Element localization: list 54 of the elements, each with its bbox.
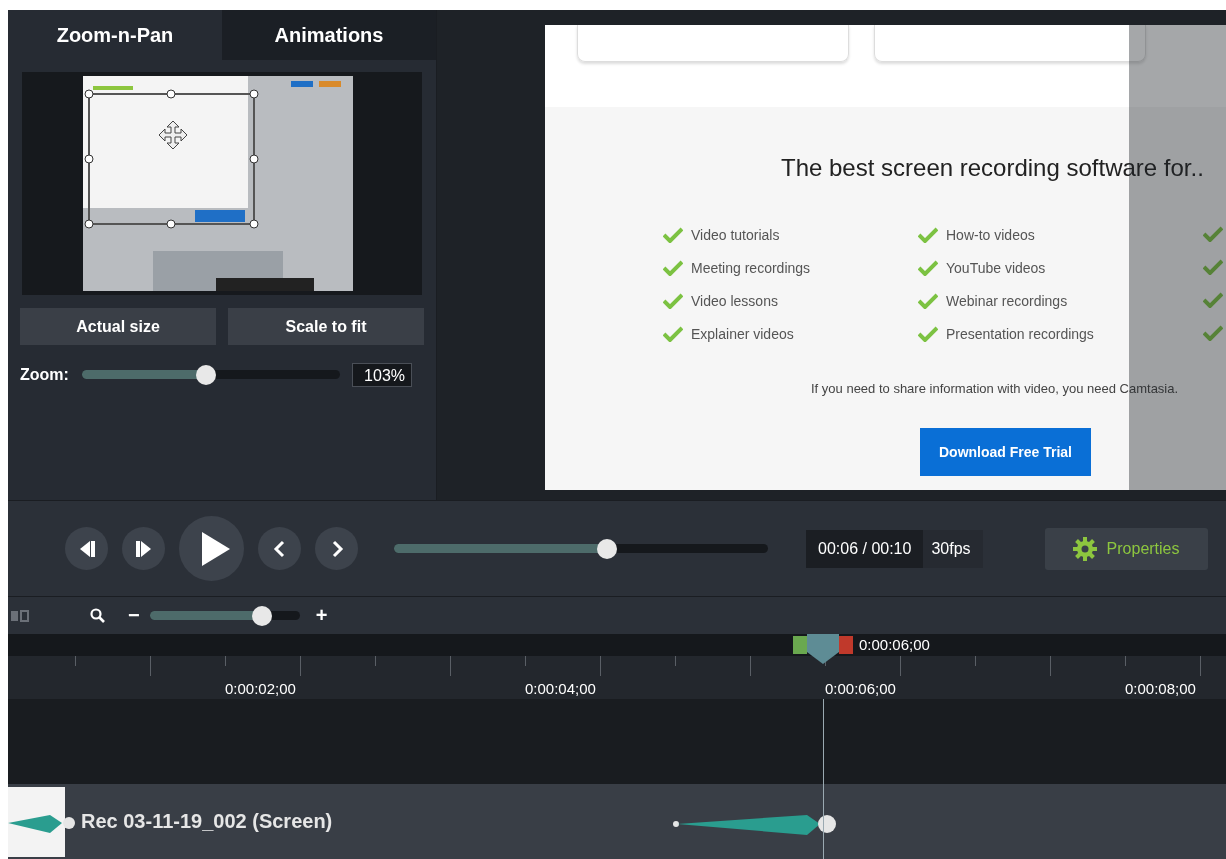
zoom-label: Zoom: xyxy=(20,366,70,384)
zoom-slider-track[interactable] xyxy=(82,364,340,386)
panel-tab[interactable]: Animations xyxy=(222,10,436,60)
scrubber-thumb[interactable] xyxy=(597,538,618,559)
fps-display: 30fps xyxy=(923,529,983,568)
time-label: 0:00:08;00 xyxy=(1125,680,1196,697)
media-clip[interactable]: Rec 03-11-19_002 (Screen) xyxy=(8,784,1226,859)
check-icon xyxy=(1203,292,1223,308)
zoom-preset-button[interactable]: Scale to fit xyxy=(228,308,424,345)
time-display: 00:06 / 00:10 xyxy=(817,539,913,558)
feature-text: Webinar recordings xyxy=(946,293,1068,309)
next-button[interactable] xyxy=(315,527,358,570)
timeline-zoom-track[interactable] xyxy=(149,604,300,627)
slider-thumb[interactable] xyxy=(195,365,216,385)
step-forward-button[interactable] xyxy=(122,527,165,570)
time-label: 0:00:06;00 xyxy=(825,680,896,697)
zoom-percent-field[interactable]: 103% xyxy=(352,363,412,387)
chevron-left-icon xyxy=(272,539,287,558)
check-icon xyxy=(1203,325,1223,341)
download-button[interactable]: Download Free Trial xyxy=(920,428,1091,476)
feature-text: Video lessons xyxy=(691,293,778,309)
check-icon xyxy=(1203,226,1223,242)
zoom-in-button[interactable]: + xyxy=(315,604,328,627)
playhead-time: 0:00:06;00 xyxy=(859,636,930,653)
timeline-zoom-thumb[interactable] xyxy=(252,605,273,626)
page-heading: The best screen recording software for.. xyxy=(781,154,1205,182)
check-icon xyxy=(663,260,683,276)
page-thumbnail-drawing[interactable] xyxy=(83,76,353,291)
clip-label: Rec 03-11-19_002 (Screen) xyxy=(81,810,333,833)
feature-text: Explainer videos xyxy=(691,326,794,342)
feature-text: Presentation recordings xyxy=(946,326,1094,342)
search-icon[interactable] xyxy=(90,607,106,624)
panel-toggle-icon[interactable] xyxy=(10,608,30,623)
check-icon xyxy=(918,227,938,243)
check-icon xyxy=(918,260,938,276)
feature-text: YouTube videos xyxy=(946,260,1046,276)
check-icon xyxy=(663,227,683,243)
playhead-marker[interactable] xyxy=(793,634,853,664)
time-label: 0:00:04;00 xyxy=(525,680,596,697)
check-icon xyxy=(918,293,938,309)
properties-button[interactable]: Properties xyxy=(1044,527,1208,570)
check-icon xyxy=(663,326,683,342)
playback-scrubber-track[interactable] xyxy=(394,537,768,560)
previous-button[interactable] xyxy=(258,527,301,570)
feature-text: Video tutorials xyxy=(691,227,780,243)
feature-text: How-to videos xyxy=(946,227,1035,243)
step-back-button[interactable] xyxy=(65,527,108,570)
feature-text: Meeting recordings xyxy=(691,260,811,276)
check-icon xyxy=(1203,259,1223,275)
zoom-preset-button[interactable]: Actual size xyxy=(20,308,216,345)
check-icon xyxy=(663,293,683,309)
time-label: 0:00:02;00 xyxy=(225,680,296,697)
zoom-out-button[interactable]: − xyxy=(128,604,140,627)
check-icon xyxy=(918,326,938,342)
